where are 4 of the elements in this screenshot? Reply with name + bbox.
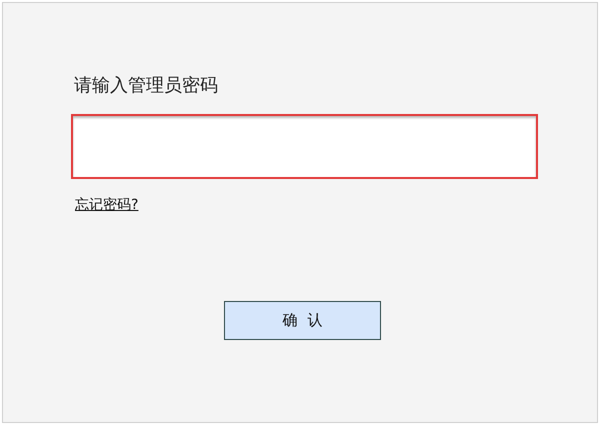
password-prompt: 请输入管理员密码 (74, 74, 219, 98)
confirm-button[interactable]: 确 认 (224, 301, 381, 340)
password-field[interactable] (71, 114, 538, 179)
forgot-password-link[interactable]: 忘记密码? (75, 195, 138, 215)
